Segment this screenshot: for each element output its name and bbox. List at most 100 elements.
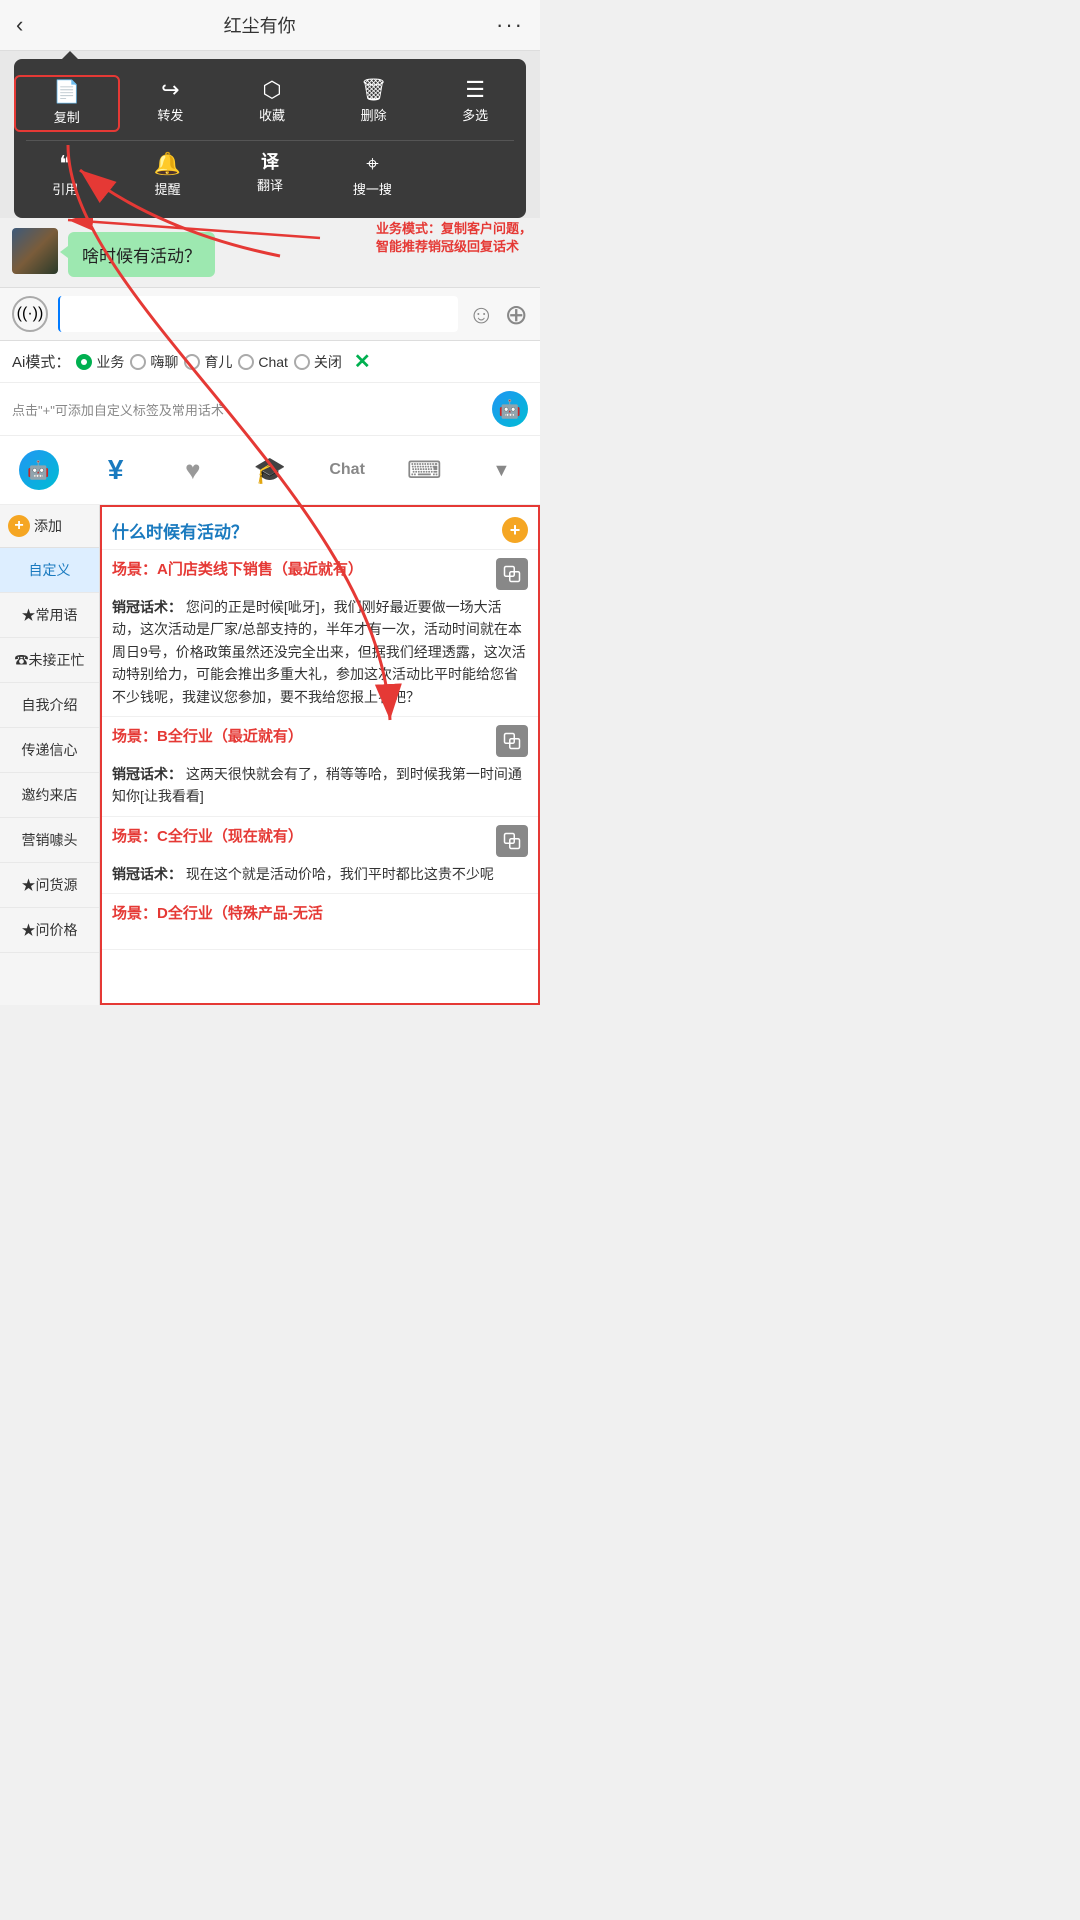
- graduation-icon: 🎓: [254, 455, 286, 486]
- emoji-button[interactable]: ☺: [468, 299, 495, 330]
- delete-label: 删除: [361, 105, 387, 124]
- remind-icon: 🔔: [154, 153, 181, 175]
- scenario-c-title-text: 场景：C全行业（现在就有）: [112, 825, 303, 846]
- yuan-icon: ¥: [108, 454, 124, 486]
- more-arrow-icon: ▼: [493, 460, 511, 481]
- scenario-b-title-text: 场景：B全行业（最近就有）: [112, 725, 303, 746]
- hint-text: 点击"+"可添加自定义标签及常用话术: [12, 400, 224, 419]
- toolbar-heart[interactable]: ♥: [154, 447, 231, 494]
- sidebar-item-price[interactable]: ★问价格: [0, 908, 99, 953]
- radio-off[interactable]: [294, 354, 310, 370]
- scenario-c: 场景：C全行业（现在就有） 销冠话术： 现在这个就是活动价哈，我们平时都比这贵不…: [102, 817, 538, 894]
- copy-b-button[interactable]: [496, 725, 528, 757]
- sidebar: + 添加 自定义 ★常用语 ☎未接正忙 自我介绍 传递信心 邀约来店 营销噱头 …: [0, 505, 100, 1005]
- scenario-a-label: 销冠话术：: [112, 599, 182, 615]
- context-forward[interactable]: ↪ 转发: [120, 75, 222, 132]
- more-button[interactable]: ···: [496, 12, 524, 38]
- sidebar-item-source[interactable]: ★问货源: [0, 863, 99, 908]
- chat-robot-button[interactable]: 🤖: [492, 391, 528, 427]
- sidebar-item-invite[interactable]: 邀约来店: [0, 773, 99, 818]
- scenario-b: 场景：B全行业（最近就有） 销冠话术： 这两天很快就会有了，稍等等哈，到时候我第…: [102, 717, 538, 817]
- radio-business[interactable]: [76, 354, 92, 370]
- radio-chatmode-label: Chat: [258, 354, 288, 370]
- back-button[interactable]: ‹: [16, 12, 23, 38]
- sidebar-item-common[interactable]: ★常用语: [0, 593, 99, 638]
- scenario-a: 场景：A门店类线下销售（最近就有） 销冠话术： 您问的正是时候[呲牙]，我们刚好…: [102, 550, 538, 717]
- context-delete[interactable]: 🗑 删除: [323, 75, 425, 132]
- radio-group-chat[interactable]: 嗨聊: [130, 352, 178, 372]
- context-remind[interactable]: 🔔 提醒: [116, 149, 218, 202]
- scenario-a-title-text: 场景：A门店类线下销售（最近就有）: [112, 558, 363, 579]
- context-translate[interactable]: 译 翻译: [219, 149, 321, 202]
- toolbar-graduation[interactable]: 🎓: [231, 447, 308, 494]
- annotation-text: 业务模式：复制客户问题，智能推荐销冠级回复话术: [376, 220, 532, 256]
- context-menu: 📄 复制 ↪ 转发 ⬡ 收藏 🗑 删除 ☰ 多选: [14, 59, 526, 218]
- question-text: 什么时候有活动？: [112, 518, 494, 543]
- scenario-c-label: 销冠话术：: [112, 866, 182, 882]
- scenario-d-title: 场景：D全行业（特殊产品-无活: [112, 902, 528, 923]
- question-add-button[interactable]: +: [502, 517, 528, 543]
- scenario-b-label: 销冠话术：: [112, 766, 182, 782]
- hint-bar: 点击"+"可添加自定义标签及常用话术 🤖: [0, 383, 540, 436]
- question-header: 什么时候有活动？ +: [102, 507, 538, 550]
- toolbar-robot[interactable]: 🤖: [0, 442, 77, 498]
- sidebar-item-confidence[interactable]: 传递信心: [0, 728, 99, 773]
- scenario-c-title: 场景：C全行业（现在就有）: [112, 825, 528, 857]
- robot-icon-small: 🤖: [27, 460, 49, 481]
- remind-label: 提醒: [155, 179, 181, 198]
- toolbar-chat-text[interactable]: Chat: [309, 453, 386, 487]
- toolbar: 🤖 ¥ ♥ 🎓 Chat ⌨ ▼: [0, 436, 540, 505]
- sidebar-item-custom[interactable]: 自定义: [0, 548, 99, 593]
- delete-icon: 🗑: [360, 79, 388, 101]
- radio-chatmode[interactable]: [238, 354, 254, 370]
- add-circle-icon: +: [8, 515, 30, 537]
- context-empty: [424, 149, 526, 202]
- radio-chat[interactable]: [130, 354, 146, 370]
- copy-icon: 📄: [53, 81, 80, 103]
- heart-icon: ♥: [185, 455, 200, 486]
- copy-c-button[interactable]: [496, 825, 528, 857]
- context-quote[interactable]: ❝ 引用: [14, 149, 116, 202]
- forward-icon: ↪: [161, 79, 179, 101]
- chat-bubble: 啥时候有活动？: [68, 232, 215, 277]
- bubble-text: 啥时候有活动？: [82, 247, 201, 266]
- translate-label: 翻译: [257, 175, 283, 194]
- quote-label: 引用: [52, 179, 78, 198]
- toolbar-yuan[interactable]: ¥: [77, 446, 154, 494]
- radio-group-business[interactable]: 业务: [76, 352, 124, 372]
- context-copy[interactable]: 📄 复制: [14, 75, 120, 132]
- forward-label: 转发: [157, 105, 183, 124]
- radio-group-childcare[interactable]: 育儿: [184, 352, 232, 372]
- context-collect[interactable]: ⬡ 收藏: [221, 75, 323, 132]
- add-label: 添加: [34, 516, 62, 536]
- context-row-1: 📄 复制 ↪ 转发 ⬡ 收藏 🗑 删除 ☰ 多选: [14, 69, 526, 138]
- sidebar-add-button[interactable]: + 添加: [0, 505, 99, 548]
- copy-a-button[interactable]: [496, 558, 528, 590]
- radio-group-chatmode[interactable]: Chat: [238, 354, 288, 370]
- ai-close-button[interactable]: ✕: [354, 349, 371, 374]
- robot-icon: 🤖: [499, 399, 521, 420]
- radio-group-off[interactable]: 关闭: [294, 352, 342, 372]
- sidebar-item-marketing[interactable]: 营销噱头: [0, 818, 99, 863]
- radio-childcare[interactable]: [184, 354, 200, 370]
- sidebar-item-busy[interactable]: ☎未接正忙: [0, 638, 99, 683]
- toolbar-keyboard[interactable]: ⌨: [386, 448, 463, 493]
- message-input[interactable]: [58, 296, 458, 332]
- avatar: [12, 228, 58, 274]
- context-multiselect[interactable]: ☰ 多选: [424, 75, 526, 132]
- ai-mode-bar: Ai模式： 业务 嗨聊 育儿 Chat 关闭 ✕: [0, 341, 540, 383]
- input-area: ((·)) ☺ ⊕: [0, 287, 540, 341]
- scenario-c-text: 现在这个就是活动价哈，我们平时都比这贵不少呢: [186, 866, 494, 882]
- page-title: 红尘有你: [224, 12, 296, 38]
- toolbar-more-arrow[interactable]: ▼: [463, 452, 540, 489]
- sidebar-item-intro[interactable]: 自我介绍: [0, 683, 99, 728]
- robot-button[interactable]: 🤖: [19, 450, 59, 490]
- radio-business-label: 业务: [96, 352, 124, 372]
- context-search[interactable]: ⌖ 搜一搜: [321, 149, 423, 202]
- keyboard-icon: ⌨: [407, 456, 442, 485]
- copy-label: 复制: [54, 107, 80, 126]
- add-button[interactable]: ⊕: [505, 298, 528, 331]
- search-icon: ⌖: [366, 153, 378, 175]
- voice-button[interactable]: ((·)): [12, 296, 48, 332]
- content-panel: 什么时候有活动？ + 场景：A门店类线下销售（最近就有） 销冠话术： 您问的正是…: [100, 505, 540, 1005]
